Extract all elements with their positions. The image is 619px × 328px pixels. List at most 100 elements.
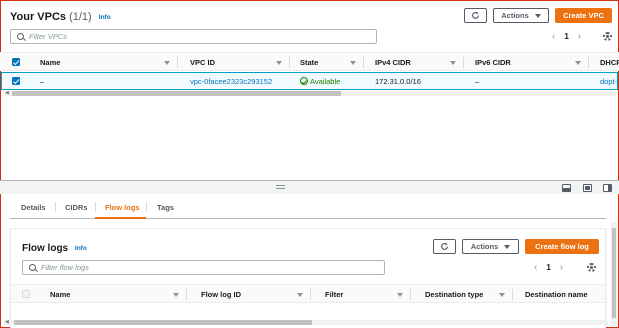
- flow-logs-search-box[interactable]: [22, 260, 385, 275]
- column-divider: [512, 289, 513, 300]
- column-divider: [177, 57, 178, 68]
- tab-flow-logs[interactable]: Flow logs: [105, 196, 140, 218]
- search-icon: [17, 33, 24, 40]
- vpc-state: Available: [310, 76, 341, 86]
- vpc-page-number[interactable]: 1: [564, 32, 568, 41]
- tab-divider: [95, 202, 96, 212]
- col-vpc-id[interactable]: VPC ID: [190, 53, 215, 72]
- chevron-right-icon[interactable]: ›: [578, 31, 581, 41]
- create-vpc-button[interactable]: Create VPC: [555, 8, 612, 23]
- flow-logs-page-number[interactable]: 1: [546, 263, 550, 272]
- flow-logs-actions-label: Actions: [470, 242, 499, 251]
- col-dhcp[interactable]: DHCP: [600, 53, 619, 72]
- scroll-left-arrow-icon[interactable]: ◀: [5, 319, 9, 325]
- col-ipv4-cidr[interactable]: IPv4 CIDR: [375, 53, 411, 72]
- col-name[interactable]: Name: [50, 285, 70, 304]
- sort-icon[interactable]: [297, 293, 303, 297]
- sort-icon[interactable]: [575, 61, 581, 65]
- column-divider: [186, 289, 187, 300]
- column-divider: [463, 57, 464, 68]
- flow-logs-panel: Flow logs Info Actions Create flow log ‹…: [10, 228, 606, 328]
- column-divider: [310, 289, 311, 300]
- search-icon: [29, 264, 36, 271]
- flow-logs-scroll-thumb[interactable]: [14, 320, 312, 325]
- col-destination-name[interactable]: Destination name: [525, 285, 588, 304]
- settings-gear-icon[interactable]: [587, 263, 596, 272]
- flow-logs-title: Flow logs: [22, 243, 69, 254]
- vpc-scroll-thumb[interactable]: [12, 91, 341, 96]
- refresh-icon: [472, 11, 479, 19]
- select-all-checkbox[interactable]: [12, 58, 20, 66]
- page-title: Your VPCs (1/1) Info: [10, 11, 111, 23]
- vpcs-title: Your VPCs: [10, 11, 67, 23]
- vpc-ipv6-cidr: –: [475, 76, 480, 86]
- vpc-dhcp-link[interactable]: dopt-: [600, 72, 617, 90]
- flow-logs-actions-button[interactable]: Actions: [462, 239, 519, 254]
- settings-gear-icon[interactable]: [603, 32, 612, 41]
- column-divider: [588, 57, 589, 68]
- col-flow-log-id[interactable]: Flow log ID: [201, 285, 241, 304]
- tab-cidrs[interactable]: CIDRs: [65, 196, 88, 218]
- column-divider: [289, 57, 290, 68]
- vpc-id-link[interactable]: vpc-0facee2323c293152: [190, 72, 272, 90]
- vpc-table-header: Name VPC ID State IPv4 CIDR IPv6 CIDR DH…: [0, 52, 619, 71]
- flow-logs-search-input[interactable]: [41, 263, 361, 272]
- chevron-down-icon: [504, 244, 511, 249]
- sort-icon[interactable]: [173, 293, 179, 297]
- sort-icon[interactable]: [499, 293, 505, 297]
- check-circle-icon: [300, 77, 308, 85]
- active-tab-indicator: [95, 217, 146, 219]
- chevron-left-icon[interactable]: ‹: [534, 262, 537, 272]
- chevron-left-icon[interactable]: ‹: [552, 31, 555, 41]
- sort-icon[interactable]: [164, 61, 170, 65]
- panel-full-icon[interactable]: [583, 184, 592, 192]
- col-state[interactable]: State: [300, 53, 318, 72]
- sort-icon[interactable]: [450, 61, 456, 65]
- flow-logs-refresh-button[interactable]: [433, 239, 456, 254]
- vpc-search-input[interactable]: [29, 32, 353, 41]
- sort-icon[interactable]: [350, 61, 356, 65]
- resize-handle-icon[interactable]: [276, 185, 285, 189]
- vpc-search-box[interactable]: [10, 29, 377, 44]
- panel-side-icon[interactable]: [603, 184, 612, 192]
- vertical-scroll-thumb[interactable]: [612, 228, 616, 318]
- actions-label: Actions: [501, 11, 529, 20]
- col-destination-type[interactable]: Destination type: [425, 285, 483, 304]
- flow-logs-info-link[interactable]: Info: [75, 245, 87, 252]
- tab-tags[interactable]: Tags: [157, 196, 174, 218]
- chevron-down-icon: [534, 13, 541, 18]
- col-name[interactable]: Name: [40, 53, 60, 72]
- sort-icon[interactable]: [276, 61, 282, 65]
- create-flow-log-label: Create flow log: [535, 242, 589, 251]
- row-checkbox[interactable]: [12, 77, 20, 85]
- vpc-ipv4-cidr: 172.31.0.0/16: [375, 76, 421, 86]
- column-divider: [363, 57, 364, 68]
- flow-logs-heading: Flow logs Info: [22, 243, 87, 254]
- vpc-name: –: [40, 76, 45, 86]
- chevron-right-icon[interactable]: ›: [560, 262, 563, 272]
- vpcs-info-link[interactable]: Info: [99, 14, 111, 21]
- actions-button[interactable]: Actions: [493, 8, 549, 23]
- col-ipv6-cidr[interactable]: IPv6 CIDR: [475, 53, 511, 72]
- create-vpc-label: Create VPC: [563, 11, 604, 20]
- create-flow-log-button[interactable]: Create flow log: [525, 239, 599, 254]
- vpc-state-badge: Available: [300, 72, 340, 90]
- tab-divider: [146, 202, 147, 212]
- panel-bottom-icon[interactable]: [562, 184, 571, 192]
- split-panel-bar[interactable]: [0, 180, 619, 194]
- column-divider: [410, 289, 411, 300]
- select-all-checkbox[interactable]: [22, 290, 30, 298]
- tab-divider: [55, 202, 56, 212]
- tab-details[interactable]: Details: [21, 196, 46, 218]
- refresh-button[interactable]: [464, 8, 487, 23]
- sort-icon[interactable]: [397, 293, 403, 297]
- scroll-left-arrow-icon[interactable]: ◀: [5, 90, 9, 96]
- details-tabs: Details CIDRs Flow logs Tags: [10, 196, 606, 219]
- flow-logs-table-header: Name Flow log ID Filter Destination type…: [11, 284, 605, 303]
- vpcs-count: (1/1): [69, 11, 92, 23]
- col-filter[interactable]: Filter: [325, 285, 343, 304]
- lower-pane-vertical-scrollbar[interactable]: [611, 222, 617, 326]
- flow-logs-pagination: ‹ 1 ›: [534, 262, 563, 272]
- refresh-icon: [441, 242, 448, 250]
- vpc-pagination: ‹ 1 ›: [552, 31, 581, 41]
